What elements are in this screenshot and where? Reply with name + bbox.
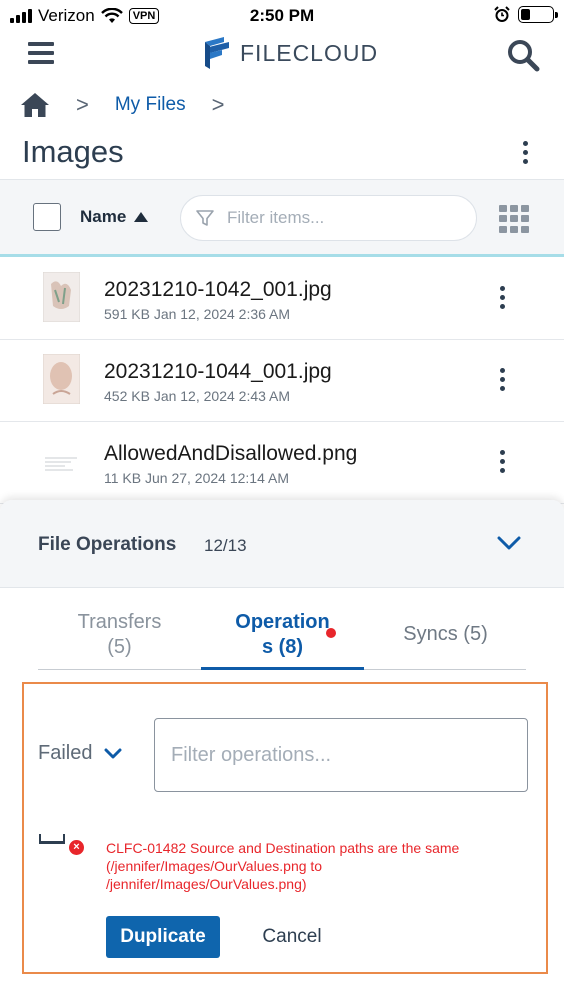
filter-items-field[interactable]	[180, 195, 477, 241]
status-bar: Verizon VPN 2:50 PM	[0, 0, 564, 32]
filter-operations-field[interactable]	[154, 718, 528, 792]
file-row[interactable]: 20231210-1044_001.jpg 452 KB Jan 12, 202…	[0, 340, 564, 422]
tab-transfers[interactable]: Transfers (5)	[38, 608, 201, 670]
status-right	[494, 6, 558, 23]
filecloud-logo-mark	[205, 37, 229, 69]
image-thumbnail	[43, 436, 80, 486]
panel-title: File Operations	[38, 534, 177, 555]
operations-tabs: Transfers (5) Operations (8) Syncs (5)	[38, 608, 526, 670]
sort-by-name-button[interactable]: Name	[80, 207, 149, 227]
breadcrumb-separator: >	[211, 92, 225, 117]
breadcrumb: > My Files >	[20, 88, 250, 122]
chevron-down-icon	[104, 748, 122, 758]
image-thumbnail	[43, 354, 80, 404]
file-type-icon	[39, 834, 65, 844]
filter-operations-input[interactable]	[171, 743, 511, 767]
operations-count: 12/13	[204, 536, 247, 555]
logo-text: FILECLOUD	[240, 39, 379, 66]
alarm-icon	[494, 6, 510, 22]
app-header: FILECLOUD	[0, 32, 564, 80]
filter-icon	[196, 210, 214, 226]
tab-label: Transfers (5)	[77, 611, 162, 658]
select-all-checkbox[interactable]	[33, 203, 61, 231]
file-row[interactable]: 20231210-1042_001.jpg 591 KB Jan 12, 202…	[0, 258, 564, 340]
tab-label: Operations (8)	[235, 611, 330, 658]
grid-view-icon[interactable]	[499, 205, 529, 233]
sort-label: Name	[80, 207, 127, 226]
filecloud-logo: FILECLOUD	[202, 36, 378, 70]
notification-dot	[326, 628, 336, 638]
tab-label: Syncs (5)	[403, 623, 488, 645]
menu-icon[interactable]	[28, 42, 54, 64]
clock: 2:50 PM	[249, 6, 315, 25]
error-message: CLFC-01482 Source and Destination paths …	[106, 840, 460, 892]
filter-items-input[interactable]	[227, 208, 457, 228]
breadcrumb-item-my-files[interactable]: My Files	[115, 94, 186, 116]
file-row[interactable]: AllowedAndDisallowed.png 11 KB Jun 27, 2…	[0, 422, 564, 504]
status-filter-dropdown[interactable]: Failed	[38, 742, 122, 765]
error-icon: ×	[69, 840, 84, 855]
file-operations-panel: File Operations 12/13 Transfers (5) Oper…	[0, 500, 564, 1004]
cancel-button[interactable]: Cancel	[242, 916, 342, 958]
file-more-icon[interactable]	[500, 368, 506, 391]
file-meta: 11 KB Jun 27, 2024 12:14 AM	[104, 470, 289, 486]
file-meta: 591 KB Jan 12, 2024 2:36 AM	[104, 306, 291, 322]
home-icon[interactable]	[20, 92, 50, 118]
file-name: 20231210-1044_001.jpg	[104, 360, 332, 383]
breadcrumb-separator: >	[76, 92, 89, 117]
status-filter-value: Failed	[38, 742, 93, 764]
sort-ascending-icon	[134, 212, 149, 222]
page-title: Images	[22, 134, 124, 169]
file-operations-header[interactable]: File Operations 12/13	[0, 500, 564, 588]
tab-syncs[interactable]: Syncs (5)	[364, 608, 527, 670]
tab-operations[interactable]: Operations (8)	[201, 608, 364, 670]
file-more-icon[interactable]	[500, 450, 506, 473]
file-name: AllowedAndDisallowed.png	[104, 442, 358, 465]
search-icon[interactable]	[506, 38, 540, 72]
file-more-icon[interactable]	[500, 286, 506, 309]
file-meta: 452 KB Jan 12, 2024 2:43 AM	[104, 388, 291, 404]
folder-more-icon[interactable]	[523, 141, 529, 164]
operations-content: Failed × CLFC-01482 Source and Destinati…	[22, 682, 548, 974]
duplicate-button[interactable]: Duplicate	[106, 916, 220, 958]
battery-icon	[518, 6, 558, 23]
image-thumbnail	[43, 272, 80, 322]
file-name: 20231210-1042_001.jpg	[104, 278, 332, 301]
list-toolbar: Name	[0, 179, 564, 257]
chevron-down-icon[interactable]	[496, 534, 522, 552]
